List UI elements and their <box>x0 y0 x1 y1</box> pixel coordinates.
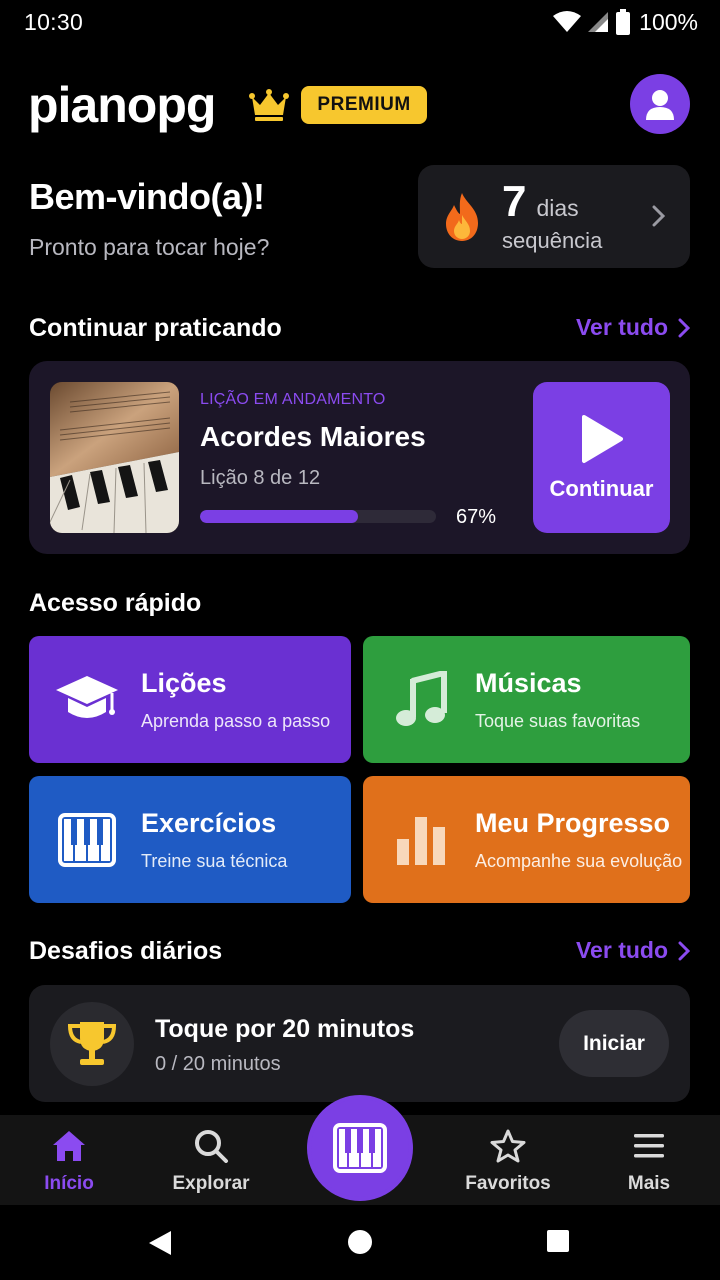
status-time: 10:30 <box>24 8 84 35</box>
nav-favorites[interactable]: Favoritos <box>448 1129 568 1195</box>
lesson-title: Acordes Maiores <box>200 421 426 452</box>
wifi-icon <box>553 11 582 32</box>
tile-title: Meu Progresso <box>475 808 671 838</box>
nav-label: Início <box>44 1173 94 1194</box>
lesson-count: Lição 8 de 12 <box>200 467 321 489</box>
see-all-label: Ver tudo <box>575 314 668 340</box>
status-bar: 10:30 100% <box>0 0 720 44</box>
tile-subtitle: Toque suas favoritas <box>475 711 641 731</box>
streak-unit: dias <box>536 194 579 221</box>
quick-access-progress[interactable]: Meu Progresso Acompanhe sua evolução <box>363 776 690 903</box>
daily-challenge-card: Toque por 20 minutos 0 / 20 minutos Inic… <box>29 985 690 1102</box>
tile-title: Exercícios <box>141 808 277 838</box>
app-header: pianopg PREMIUM <box>28 74 692 136</box>
quick-access-lessons[interactable]: Lições Aprenda passo a passo <box>29 636 351 763</box>
chevron-right-icon <box>652 205 666 227</box>
nav-label: Explorar <box>172 1173 250 1194</box>
see-all-label: Ver tudo <box>575 937 668 963</box>
lesson-progress-percent: 67% <box>456 506 497 528</box>
status-icons: 100% <box>553 9 698 36</box>
crown-icon <box>249 89 290 121</box>
continue-button-label: Continuar <box>549 475 654 501</box>
challenge-title: Toque por 20 minutos <box>155 1015 415 1043</box>
welcome-title: Bem-vindo(a)! <box>29 176 265 217</box>
nav-explore[interactable]: Explorar <box>151 1129 271 1195</box>
start-challenge-button[interactable]: Iniciar <box>559 1010 669 1077</box>
home-icon <box>53 1131 85 1161</box>
challenge-progress: 0 / 20 minutos <box>155 1053 281 1075</box>
continue-button[interactable]: Continuar <box>533 382 670 533</box>
bar-chart-icon <box>387 806 455 874</box>
tile-subtitle: Aprenda passo a passo <box>141 711 331 731</box>
system-navigation-bar <box>0 1205 720 1280</box>
lesson-progress-bar <box>200 510 436 523</box>
tile-title: Lições <box>141 668 227 698</box>
tile-title: Músicas <box>475 668 582 698</box>
flame-icon <box>446 192 478 241</box>
continue-lesson-card[interactable]: LIÇÃO EM ANDAMENTO Acordes Maiores Lição… <box>29 361 690 554</box>
cell-signal-icon <box>588 12 609 32</box>
nav-label: Favoritos <box>465 1173 551 1194</box>
streak-count: 7 <box>502 176 527 226</box>
lesson-progress-fill <box>200 510 359 523</box>
chevron-right-icon <box>678 941 690 960</box>
piano-keys-icon <box>333 1123 387 1173</box>
lesson-status-tag: LIÇÃO EM ANDAMENTO <box>200 391 386 408</box>
menu-icon <box>634 1134 664 1158</box>
premium-badge: PREMIUM <box>301 86 427 124</box>
battery-icon <box>616 9 631 35</box>
chevron-right-icon <box>678 318 690 337</box>
back-icon[interactable] <box>147 1229 173 1257</box>
continue-section-title: Continuar praticando <box>29 314 282 342</box>
nav-more[interactable]: Mais <box>589 1129 709 1195</box>
streak-label: sequência <box>502 227 603 253</box>
music-note-icon <box>387 666 455 734</box>
piano-keys-icon <box>53 806 121 874</box>
continue-see-all-link[interactable]: Ver tudo <box>576 314 690 341</box>
streak-text: 7 dias sequência <box>502 176 603 254</box>
battery-percent: 100% <box>639 8 698 35</box>
tile-subtitle: Acompanhe sua evolução <box>475 851 683 871</box>
quick-access-songs[interactable]: Músicas Toque suas favoritas <box>363 636 690 763</box>
profile-avatar-button[interactable] <box>630 74 690 134</box>
app-logo: pianopg <box>28 77 216 133</box>
challenges-title: Desafios diários <box>29 937 223 965</box>
nav-home[interactable]: Início <box>9 1129 129 1195</box>
tile-subtitle: Treine sua técnica <box>141 851 288 871</box>
home-circle-icon[interactable] <box>347 1229 373 1255</box>
piano-play-button[interactable] <box>307 1095 413 1201</box>
lesson-thumbnail <box>50 382 179 533</box>
trophy-icon <box>50 1002 134 1086</box>
quick-access-title: Acesso rápido <box>29 589 202 617</box>
nav-label: Mais <box>627 1173 671 1194</box>
streak-card[interactable]: 7 dias sequência <box>418 165 690 268</box>
recents-icon[interactable] <box>546 1229 570 1253</box>
welcome-block: Bem-vindo(a)! Pronto para tocar hoje? <box>29 176 269 261</box>
lesson-info: LIÇÃO EM ANDAMENTO Acordes Maiores Lição… <box>200 391 426 490</box>
graduation-cap-icon <box>53 666 121 734</box>
play-icon <box>581 414 623 463</box>
user-icon <box>646 90 674 120</box>
search-icon <box>195 1130 228 1163</box>
welcome-subtitle: Pronto para tocar hoje? <box>29 234 270 260</box>
star-icon <box>490 1129 526 1163</box>
quick-access-exercises[interactable]: Exercícios Treine sua técnica <box>29 776 351 903</box>
challenges-see-all-link[interactable]: Ver tudo <box>576 937 690 964</box>
